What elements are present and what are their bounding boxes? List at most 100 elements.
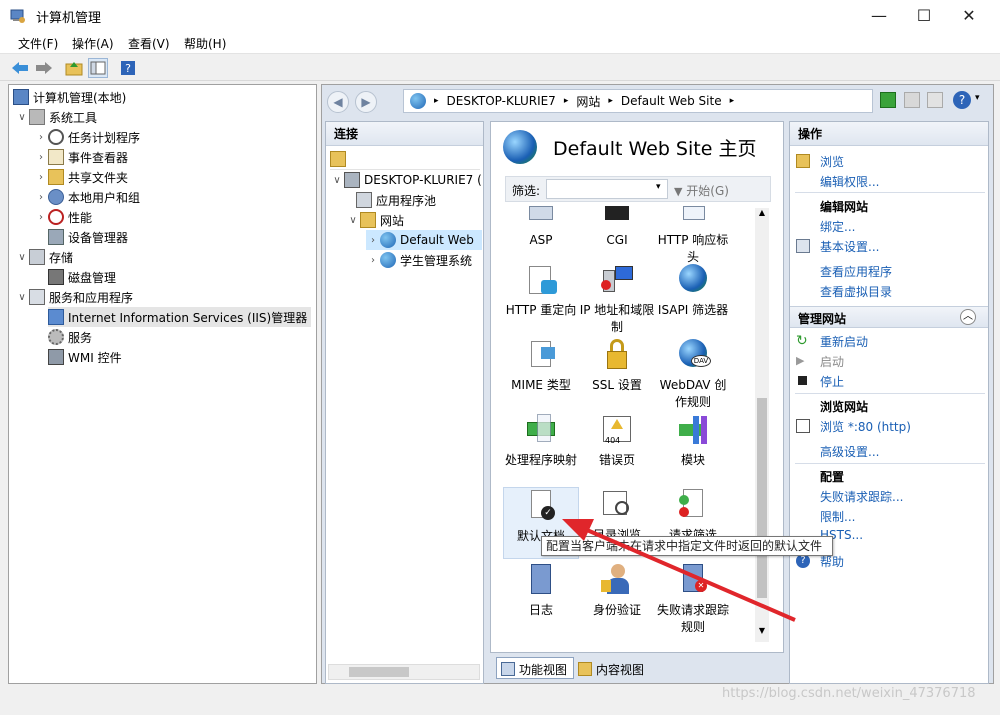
connect-icon[interactable]: [330, 151, 346, 167]
tab-content-view[interactable]: 内容视图: [574, 657, 650, 679]
chevron-down-icon[interactable]: ∨: [15, 252, 29, 263]
forward-icon[interactable]: [34, 58, 54, 78]
feature-modules[interactable]: 模块: [655, 412, 731, 469]
tree-item-device-manager[interactable]: 设备管理器: [48, 227, 128, 247]
chevron-down-icon[interactable]: ∨: [15, 292, 29, 303]
chevron-right-icon[interactable]: ›: [34, 152, 48, 163]
refresh-icon[interactable]: [880, 92, 896, 108]
feature-handler-mappings[interactable]: 处理程序映射: [503, 412, 579, 469]
tree-item-performance[interactable]: › 性能: [34, 207, 92, 227]
home-icon[interactable]: [927, 92, 943, 108]
chevron-right-icon[interactable]: ›: [366, 235, 380, 246]
address-part-server[interactable]: DESKTOP-KLURIE7: [447, 94, 556, 108]
feature-ip-domain-restrictions[interactable]: IP 地址和域限制: [579, 262, 655, 336]
feature-label: MIME 类型: [511, 378, 571, 392]
address-path[interactable]: ▸ DESKTOP-KLURIE7 ▸ 网站 ▸ Default Web Sit…: [403, 89, 873, 113]
horizontal-scrollbar[interactable]: [328, 664, 480, 680]
close-button[interactable]: ✕: [946, 0, 992, 31]
action-edit-permissions[interactable]: 编辑权限...: [820, 173, 879, 190]
help-icon[interactable]: ?: [953, 91, 971, 109]
feature-http-response-headers[interactable]: HTTP 响应标头: [655, 204, 731, 266]
view-tabs: 功能视图 内容视图: [490, 655, 784, 681]
chevron-right-icon[interactable]: ›: [34, 192, 48, 203]
chevron-down-icon[interactable]: ∨: [330, 175, 344, 186]
tree-item-services[interactable]: 服务: [48, 327, 92, 347]
menu-action[interactable]: 操作(A): [72, 35, 114, 52]
feature-asp[interactable]: ASP: [503, 204, 579, 249]
tree-item-task-scheduler[interactable]: › 任务计划程序: [34, 127, 140, 147]
action-view-virtual-directories[interactable]: 查看虚拟目录: [820, 283, 892, 300]
help-icon[interactable]: ?: [118, 58, 138, 78]
tree-item-storage[interactable]: ∨ 存储: [15, 247, 73, 267]
asp-icon: [523, 204, 559, 228]
action-start[interactable]: 启动: [820, 353, 844, 370]
feature-error-pages[interactable]: 404 错误页: [579, 412, 655, 469]
scroll-thumb[interactable]: [349, 667, 409, 677]
chevron-right-icon[interactable]: ›: [34, 132, 48, 143]
conn-node-student-system[interactable]: › 学生管理系统: [366, 250, 472, 270]
action-browse-80[interactable]: 浏览 *:80 (http): [820, 418, 911, 435]
chevron-right-icon[interactable]: ›: [366, 255, 380, 266]
address-part-site[interactable]: Default Web Site: [621, 94, 722, 108]
stop-icon[interactable]: [904, 92, 920, 108]
action-bindings[interactable]: 绑定...: [820, 218, 855, 235]
feature-webdav-authoring-rules[interactable]: DAV WebDAV 创作规则: [655, 337, 731, 411]
menu-help[interactable]: 帮助(H): [184, 35, 226, 52]
tree-item-system-tools[interactable]: ∨ 系统工具: [15, 107, 97, 127]
minimize-button[interactable]: —: [856, 0, 902, 31]
tree-label: 磁盘管理: [68, 270, 117, 285]
tree-item-iis-manager[interactable]: Internet Information Services (IIS)管理器: [48, 307, 312, 327]
conn-node-app-pools[interactable]: 应用程序池: [356, 190, 436, 210]
tree-item-local-users-groups[interactable]: › 本地用户和组: [34, 187, 140, 207]
tab-features-view[interactable]: 功能视图: [496, 657, 575, 679]
forward-icon[interactable]: ▶: [355, 91, 377, 113]
ip-restrictions-icon: [599, 262, 635, 298]
chevron-down-icon[interactable]: ∨: [346, 215, 360, 226]
action-limits[interactable]: 限制...: [820, 508, 855, 525]
action-stop[interactable]: 停止: [820, 373, 844, 390]
action-restart[interactable]: 重新启动: [820, 333, 868, 350]
help-dropdown-icon[interactable]: ▾: [975, 93, 980, 103]
start-label: 开始(G): [686, 184, 729, 198]
maximize-button[interactable]: ☐: [901, 0, 947, 31]
scroll-up-icon[interactable]: ▲: [755, 208, 769, 222]
tree-item-wmi-control[interactable]: WMI 控件: [48, 347, 122, 367]
action-browse[interactable]: 浏览: [820, 153, 844, 170]
action-basic-settings[interactable]: 基本设置...: [820, 238, 879, 255]
back-icon[interactable]: [10, 58, 30, 78]
conn-node-default-web-site[interactable]: › Default Web: [366, 230, 482, 250]
address-bar[interactable]: ◀ ▶ ▸ DESKTOP-KLURIE7 ▸ 网站 ▸ Default Web…: [325, 88, 873, 114]
menu-file[interactable]: 文件(F): [18, 35, 58, 52]
action-advanced-settings[interactable]: 高级设置...: [820, 443, 879, 460]
back-icon[interactable]: ◀: [327, 91, 349, 113]
tree-item-event-viewer[interactable]: › 事件查看器: [34, 147, 128, 167]
feature-cgi[interactable]: CGI: [579, 204, 655, 249]
up-folder-icon[interactable]: [64, 58, 84, 78]
tree-item-services-applications[interactable]: ∨ 服务和应用程序: [15, 287, 133, 307]
chevron-right-icon[interactable]: ›: [34, 172, 48, 183]
funnel-icon: ▼: [674, 185, 683, 198]
feature-mime-types[interactable]: MIME 类型: [503, 337, 579, 394]
feature-ssl-settings[interactable]: SSL 设置: [579, 337, 655, 394]
start-filter-button[interactable]: ▼ 开始(G): [674, 182, 729, 199]
storage-icon: [29, 249, 45, 265]
address-part-sites[interactable]: 网站: [576, 93, 600, 110]
conn-node-sites[interactable]: ∨ 网站: [346, 210, 404, 230]
conn-node-server[interactable]: ∨ DESKTOP-KLURIE7 (: [330, 170, 482, 190]
feature-isapi-filters[interactable]: ISAPI 筛选器: [655, 262, 731, 319]
action-view-applications[interactable]: 查看应用程序: [820, 263, 892, 280]
chevron-down-icon[interactable]: ▾: [656, 182, 661, 192]
collapse-icon[interactable]: ︿: [960, 309, 976, 325]
feature-http-redirect[interactable]: HTTP 重定向: [503, 262, 579, 319]
show-hide-console-tree-icon[interactable]: [88, 58, 108, 78]
tree-item-disk-management[interactable]: 磁盘管理: [48, 267, 116, 287]
action-failed-request-tracing[interactable]: 失败请求跟踪...: [820, 488, 903, 505]
chevron-right-icon[interactable]: ›: [34, 212, 48, 223]
tree-label: WMI 控件: [68, 350, 122, 365]
performance-icon: [48, 209, 64, 225]
tree-item-shared-folders[interactable]: › 共享文件夹: [34, 167, 128, 187]
filter-input[interactable]: [546, 179, 668, 199]
tree-item-computer-management[interactable]: 计算机管理(本地): [13, 87, 126, 107]
chevron-down-icon[interactable]: ∨: [15, 112, 29, 123]
menu-view[interactable]: 查看(V): [128, 35, 170, 52]
